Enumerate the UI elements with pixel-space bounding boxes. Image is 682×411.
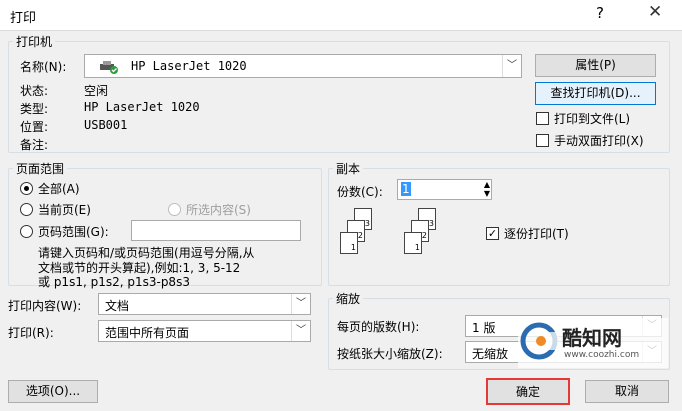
print-to-file-label[interactable]: 打印到文件(L) <box>554 110 630 127</box>
manual-duplex-label[interactable]: 手动双面打印(X) <box>554 132 644 149</box>
print-what-value: 文档 <box>105 299 130 313</box>
watermark-brand: 酷知网 <box>562 326 622 350</box>
chevron-down-icon: ﹀ <box>291 294 310 314</box>
printer-name-label: 名称(N): <box>20 60 67 74</box>
manual-duplex-checkbox[interactable] <box>536 134 549 147</box>
print-what-select[interactable]: 文档 ﹀ <box>98 293 311 315</box>
range-pages-radio[interactable] <box>20 225 33 238</box>
printer-group-title: 打印机 <box>16 35 53 49</box>
help-button[interactable]: ? <box>596 4 604 22</box>
stepper-up-icon[interactable]: ▲ <box>484 180 490 189</box>
title-bar: 打印 ? ✕ <box>0 0 682 31</box>
find-printer-button[interactable]: 查找打印机(D)... <box>535 82 656 105</box>
copies-count-stepper[interactable]: 1 ▲ ▼ <box>397 179 492 200</box>
where-value: USB001 <box>84 118 128 132</box>
pages-per-sheet-value: 1 版 <box>472 321 496 335</box>
type-label: 类型: <box>20 102 49 116</box>
printer-icon <box>99 60 119 77</box>
range-pages-label[interactable]: 页码范围(G): <box>38 223 109 240</box>
collate-checkbox[interactable]: ✓ <box>486 227 499 240</box>
pages-per-sheet-label: 每页的版数(H): <box>337 320 420 334</box>
watermark: 酷知网 www.coozhi.com <box>518 318 668 368</box>
copies-title: 副本 <box>336 162 361 176</box>
range-current-radio[interactable] <box>20 203 33 216</box>
range-current-label[interactable]: 当前页(E) <box>38 201 91 218</box>
cancel-button[interactable]: 取消 <box>585 380 669 403</box>
zoom-title: 缩放 <box>336 292 361 306</box>
ok-button[interactable]: 确定 <box>486 378 570 405</box>
close-button[interactable]: ✕ <box>648 2 662 22</box>
range-selection-label[interactable]: 所选内容(S) <box>186 201 251 218</box>
options-button[interactable]: 选项(O)... <box>8 380 98 403</box>
comment-label: 备注: <box>20 138 49 152</box>
coozhi-logo-icon <box>520 322 558 360</box>
status-label: 状态: <box>20 84 49 98</box>
where-label: 位置: <box>20 120 49 134</box>
range-selection-radio[interactable] <box>168 203 181 216</box>
page-range-title: 页面范围 <box>16 162 65 176</box>
copies-count-label: 份数(C): <box>337 185 383 199</box>
scale-label: 按纸张大小缩放(Z): <box>337 347 443 361</box>
collate-label[interactable]: 逐份打印(T) <box>504 225 569 242</box>
chevron-down-icon: ﹀ <box>502 55 521 77</box>
scale-value: 无缩放 <box>472 347 509 361</box>
copies-count-value: 1 <box>401 182 411 196</box>
range-hint-line3: 或 p1s1, p1s2, p1s3-p8s3 <box>38 275 190 289</box>
print-label: 打印(R): <box>8 326 54 340</box>
print-what-label: 打印内容(W): <box>8 299 82 313</box>
page-range-input[interactable] <box>131 220 301 241</box>
printer-name-value: HP LaserJet 1020 <box>131 59 247 73</box>
type-value: HP LaserJet 1020 <box>84 100 200 114</box>
print-to-file-checkbox[interactable] <box>536 112 549 125</box>
status-value: 空闲 <box>84 84 109 98</box>
window-title: 打印 <box>10 11 37 26</box>
stepper-down-icon[interactable]: ▼ <box>484 189 490 198</box>
print-value: 范围中所有页面 <box>105 326 190 340</box>
properties-button[interactable]: 属性(P) <box>535 54 656 77</box>
printer-name-select[interactable]: HP LaserJet 1020 ﹀ <box>84 54 522 78</box>
uncollated-pages-icon: 3 2 1 <box>340 208 380 268</box>
chevron-down-icon: ﹀ <box>291 321 310 341</box>
watermark-url: www.coozhi.com <box>564 350 640 360</box>
range-all-radio[interactable] <box>20 182 33 195</box>
print-select[interactable]: 范围中所有页面 ﹀ <box>98 320 311 342</box>
collated-pages-icon: 3 2 1 <box>404 208 444 268</box>
range-all-label[interactable]: 全部(A) <box>38 180 80 197</box>
